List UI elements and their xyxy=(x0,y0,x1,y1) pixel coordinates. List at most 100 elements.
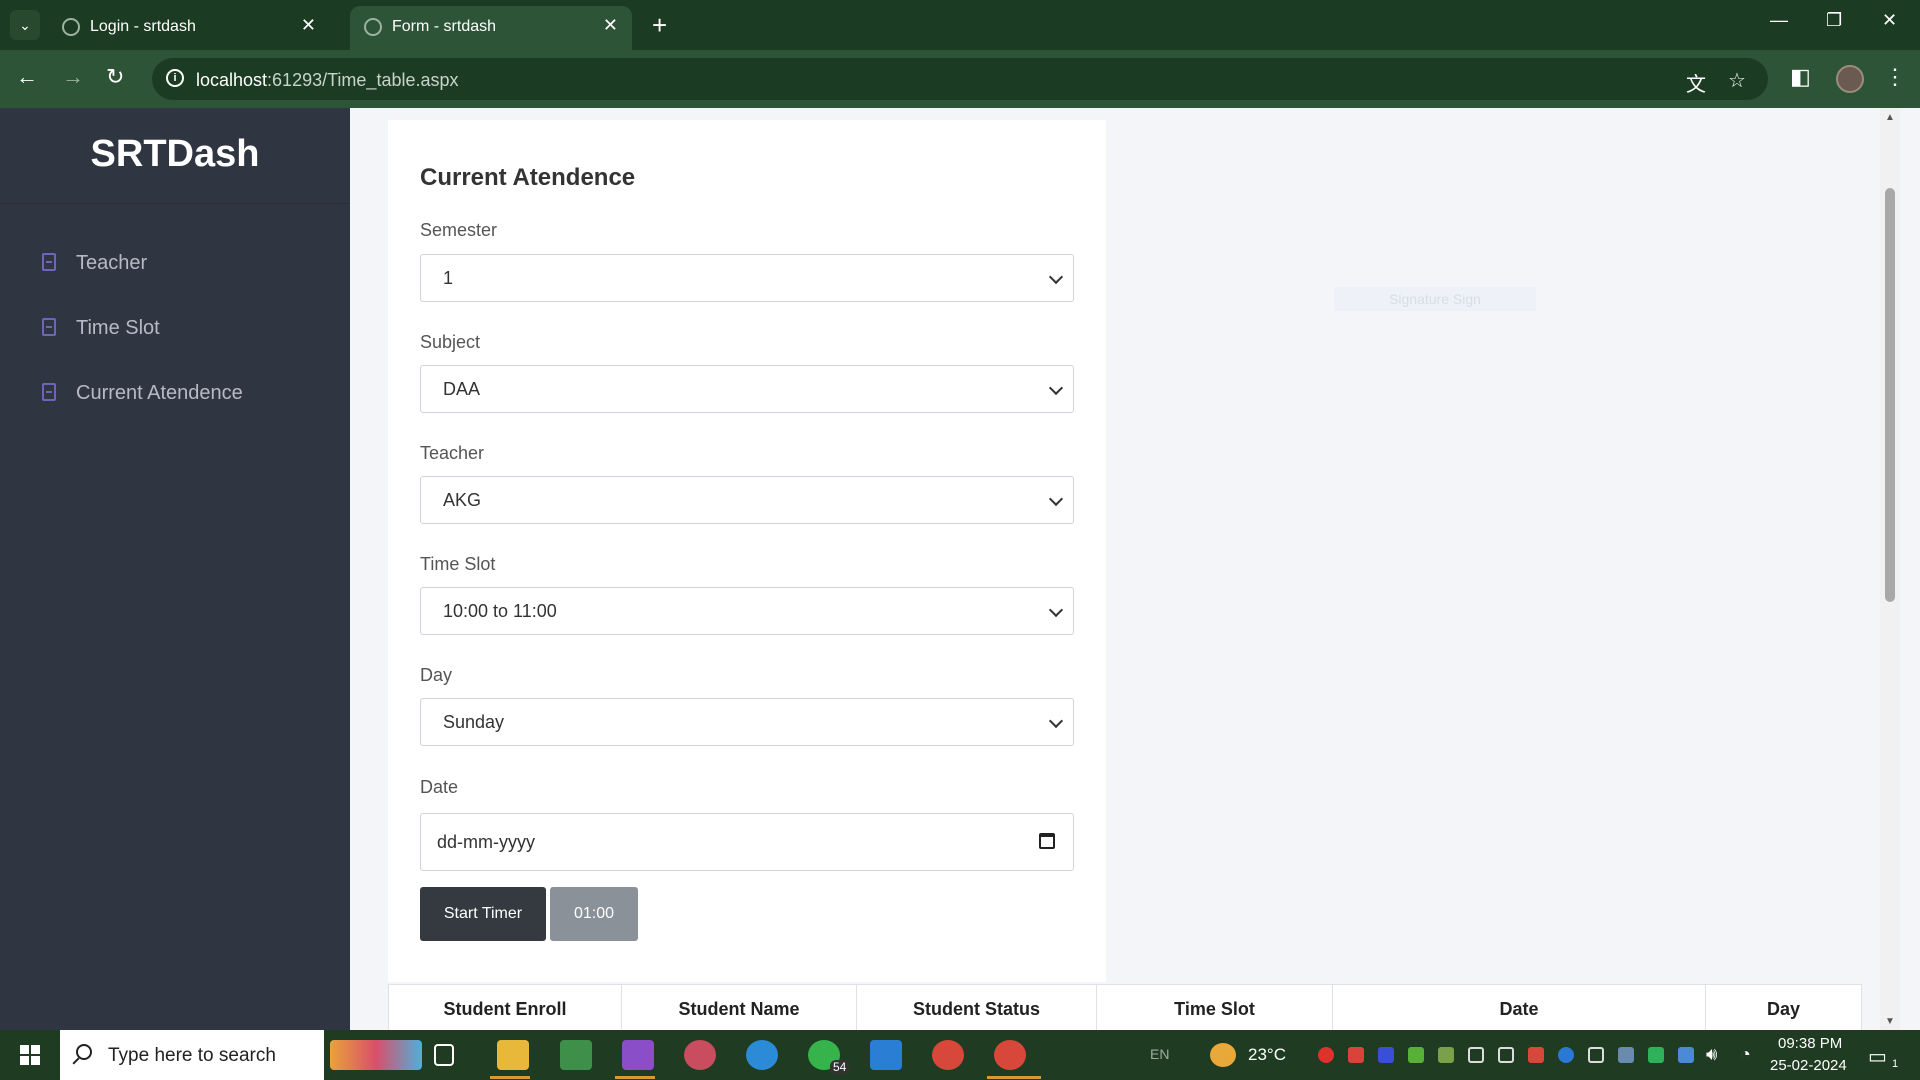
edge-icon[interactable] xyxy=(746,1040,778,1070)
sync-icon[interactable] xyxy=(1618,1047,1634,1063)
more-menu-icon[interactable]: ⋮ xyxy=(1884,64,1906,90)
form-title: Current Atendence xyxy=(420,164,636,191)
new-tab-button[interactable]: + xyxy=(652,10,667,40)
timer-display: 01:00 xyxy=(550,887,638,941)
network-app-icon[interactable] xyxy=(1528,1047,1544,1063)
chrome-icon[interactable] xyxy=(932,1040,964,1070)
clock-time[interactable]: 09:38 PM xyxy=(1778,1035,1842,1052)
table-header-cell: Student Name xyxy=(622,985,857,1031)
close-tab-icon[interactable]: ✕ xyxy=(603,15,618,36)
sidebar-item-label: Time Slot xyxy=(76,317,160,339)
temperature-text[interactable]: 23°C xyxy=(1248,1045,1286,1065)
weather-icon[interactable] xyxy=(1210,1043,1236,1067)
chevron-down-icon xyxy=(1048,491,1064,507)
bookmark-star-icon[interactable]: ☆ xyxy=(1728,68,1746,93)
time-slot-value: 10:00 to 11:00 xyxy=(443,601,557,621)
site-info-icon[interactable]: i xyxy=(166,69,184,87)
browser-tab-bar: ⌄ Login - srtdash ✕ Form - srtdash ✕ + —… xyxy=(0,0,1920,50)
reload-icon[interactable]: ↻ xyxy=(106,64,124,90)
day-value: Sunday xyxy=(443,712,505,732)
active-app-indicator xyxy=(987,1076,1041,1079)
scroll-thumb[interactable] xyxy=(1885,188,1895,602)
tab-search-chevron-icon[interactable]: ⌄ xyxy=(10,10,40,40)
tab-form[interactable]: Form - srtdash ✕ xyxy=(350,6,632,50)
chevron-down-icon xyxy=(1048,602,1064,618)
translate-icon[interactable]: 文 xyxy=(1686,68,1706,97)
close-tab-icon[interactable]: ✕ xyxy=(301,15,316,36)
sidebar-item-label: Teacher xyxy=(76,252,148,274)
signature-sign-button[interactable]: Signature Sign xyxy=(1334,287,1536,311)
url-field[interactable]: i localhost:61293/Time_table.aspx 文 ☆ xyxy=(152,58,1768,100)
side-panel-icon[interactable]: ◧ xyxy=(1790,64,1811,90)
window-close-icon[interactable]: ✕ xyxy=(1882,10,1897,31)
globe-icon xyxy=(62,18,80,36)
minimize-icon[interactable]: — xyxy=(1770,10,1788,31)
sidebar-item-time-slot[interactable]: Time Slot xyxy=(40,315,340,345)
profile-avatar[interactable] xyxy=(1836,65,1864,93)
sidebar: SRTDash Teacher Time Slot Current Atende… xyxy=(0,108,350,1030)
taskbar-search-box[interactable]: Type here to search xyxy=(60,1030,324,1080)
time-slot-select[interactable]: 10:00 to 11:00 xyxy=(420,587,1074,635)
file-explorer-icon[interactable] xyxy=(497,1040,529,1070)
address-bar-row: ← → ↻ i localhost:61293/Time_table.aspx … xyxy=(0,50,1920,108)
chrome-active-icon[interactable] xyxy=(994,1040,1026,1070)
day-select[interactable]: Sunday xyxy=(420,698,1074,746)
tab-title: Login - srtdash xyxy=(90,18,196,35)
table-header-cell: Date xyxy=(1333,985,1706,1031)
language-indicator[interactable]: EN xyxy=(1150,1046,1169,1062)
device-icon[interactable] xyxy=(1468,1047,1484,1063)
restore-icon[interactable]: ❐ xyxy=(1826,10,1842,31)
calendar-icon[interactable] xyxy=(1039,833,1055,849)
whatsapp-badge: 54 xyxy=(830,1060,850,1074)
volume-icon[interactable]: 🔊︎ xyxy=(1706,1044,1717,1065)
teacher-select[interactable]: AKG xyxy=(420,476,1074,524)
semester-select[interactable]: 1 xyxy=(420,254,1074,302)
url-host: localhost xyxy=(196,70,268,90)
bluetooth-icon[interactable] xyxy=(1558,1047,1574,1063)
active-app-indicator xyxy=(490,1076,530,1079)
wifi-icon[interactable]: ◔ xyxy=(1740,1044,1751,1065)
sidebar-item-teacher[interactable]: Teacher xyxy=(40,250,340,280)
clock-date[interactable]: 25-02-2024 xyxy=(1770,1057,1847,1074)
vscode-icon[interactable] xyxy=(870,1040,902,1070)
teacher-label: Teacher xyxy=(420,443,485,463)
nvidia-icon[interactable] xyxy=(1408,1047,1424,1063)
battery-app-icon[interactable] xyxy=(1648,1047,1664,1063)
document-icon xyxy=(42,318,56,336)
date-placeholder: dd-mm-yyyy xyxy=(437,832,535,852)
tab-title: Form - srtdash xyxy=(392,18,497,35)
subject-label: Subject xyxy=(420,332,481,352)
security-shield-icon[interactable] xyxy=(1588,1047,1604,1063)
url-path: :61293/Time_table.aspx xyxy=(267,70,459,90)
intel-icon[interactable] xyxy=(1378,1047,1394,1063)
tab-login[interactable]: Login - srtdash ✕ xyxy=(48,6,330,50)
snipping-tool-icon[interactable] xyxy=(560,1040,592,1070)
search-icon xyxy=(76,1044,92,1060)
windows-start-icon[interactable] xyxy=(20,1045,40,1065)
sidebar-item-current-atendence[interactable]: Current Atendence xyxy=(40,380,340,410)
antivirus-icon[interactable] xyxy=(1348,1047,1364,1063)
subject-select[interactable]: DAA xyxy=(420,365,1074,413)
forward-icon[interactable]: → xyxy=(62,64,84,90)
start-timer-button[interactable]: Start Timer xyxy=(420,887,546,941)
brand-logo[interactable]: SRTDash xyxy=(0,108,350,204)
back-icon[interactable]: ← xyxy=(16,64,38,90)
task-view-icon[interactable] xyxy=(434,1044,454,1066)
scroll-up-icon[interactable]: ▲ xyxy=(1885,112,1895,123)
table-header-cell: Student Status xyxy=(857,985,1097,1031)
date-label: Date xyxy=(420,777,459,797)
visual-studio-icon[interactable] xyxy=(622,1040,654,1070)
holi-search-highlight-icon[interactable] xyxy=(330,1040,422,1070)
chevron-down-icon xyxy=(1048,269,1064,285)
attendance-form-card: Current Atendence Semester 1 Subject DAA… xyxy=(388,120,1106,982)
scroll-down-icon[interactable]: ▼ xyxy=(1885,1016,1895,1027)
app-tray-icon[interactable] xyxy=(1438,1047,1454,1063)
vertical-scrollbar[interactable]: ▲ ▼ xyxy=(1880,108,1900,1030)
notification-count: 1 xyxy=(1892,1058,1899,1070)
date-field[interactable]: dd-mm-yyyy xyxy=(420,813,1074,871)
paint-icon[interactable] xyxy=(684,1040,716,1070)
usb-icon[interactable] xyxy=(1498,1047,1514,1063)
recording-icon[interactable] xyxy=(1318,1047,1334,1063)
notification-icon[interactable]: ▭ xyxy=(1868,1044,1887,1069)
cloud-icon[interactable] xyxy=(1678,1047,1694,1063)
